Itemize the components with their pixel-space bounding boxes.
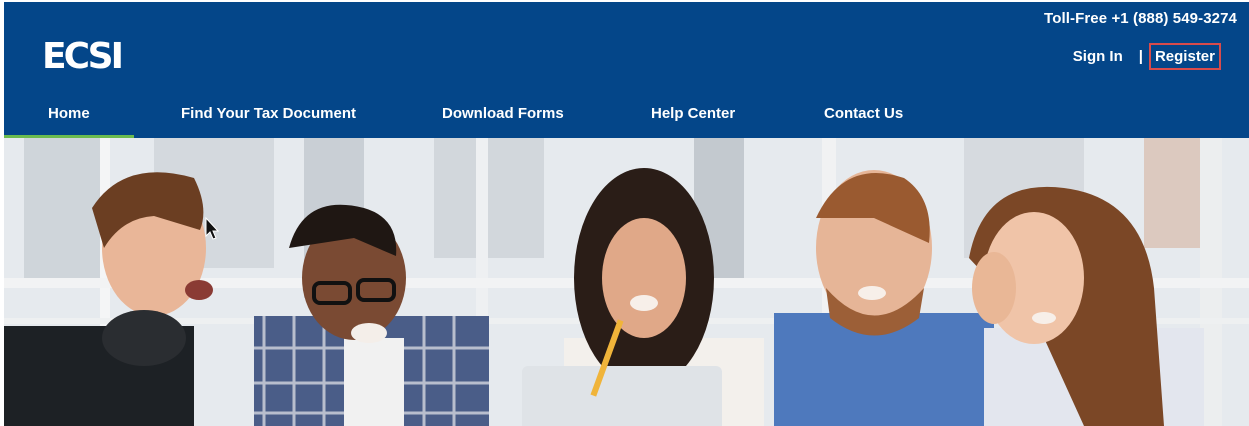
page: Toll-Free +1 (888) 549-3274 ECSI Sign In… (0, 0, 1249, 426)
nav-item-contact-us[interactable]: Contact Us (824, 105, 903, 122)
nav-item-download-forms[interactable]: Download Forms (442, 105, 564, 122)
sign-in-link[interactable]: Sign In (1073, 48, 1123, 65)
site-header: Toll-Free +1 (888) 549-3274 ECSI Sign In… (4, 2, 1249, 138)
nav-item-help-center[interactable]: Help Center (651, 105, 735, 122)
auth-separator: | (1138, 48, 1143, 65)
nav-item-home[interactable]: Home (48, 105, 90, 122)
register-link[interactable]: Register (1148, 43, 1221, 70)
auth-links: Sign In | Register (1073, 43, 1221, 70)
ecsi-logo[interactable]: ECSI (42, 36, 124, 77)
nav-item-find-tax-document[interactable]: Find Your Tax Document (181, 105, 356, 122)
hero-image (4, 138, 1249, 426)
main-nav: Home Find Your Tax Document Download For… (4, 102, 1249, 138)
toll-free-phone[interactable]: Toll-Free +1 (888) 549-3274 (1044, 10, 1237, 27)
hero-illustration (4, 138, 1249, 426)
